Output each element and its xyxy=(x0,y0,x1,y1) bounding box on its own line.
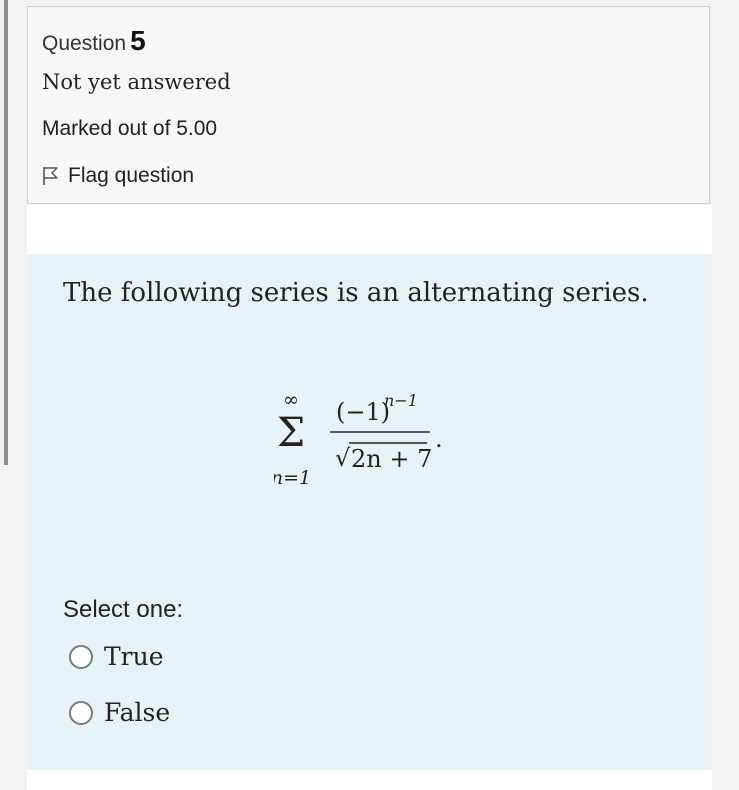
flag-question-link[interactable]: Flag question xyxy=(42,164,194,188)
bottom-separator xyxy=(27,770,712,790)
sum-upper-limit: ∞ xyxy=(283,389,299,411)
flag-question-label: Flag question xyxy=(68,164,195,187)
question-state: Not yet answered xyxy=(42,70,231,94)
sum-lower-limit: n=1 xyxy=(274,467,311,489)
option-false-label: False xyxy=(104,698,171,727)
radio-true[interactable] xyxy=(69,644,93,669)
left-accent-bar xyxy=(4,0,8,465)
numerator-exponent: n−1 xyxy=(384,391,418,410)
flag-outline-icon xyxy=(42,166,60,186)
question-grade: Marked out of 5.00 xyxy=(42,117,218,140)
sum-symbol: Σ xyxy=(277,410,305,456)
formula-period: . xyxy=(435,425,443,453)
option-false[interactable]: False xyxy=(69,698,170,727)
series-formula: ∞ Σ n=1 (−1) n−1 √ 2n + 7 . xyxy=(271,386,474,492)
radio-false[interactable] xyxy=(69,700,93,725)
radical-sign: √ xyxy=(335,444,351,472)
select-one-label: Select one: xyxy=(63,596,184,623)
question-prompt: The following series is an alternating s… xyxy=(63,278,649,308)
option-true-label: True xyxy=(104,642,164,671)
question-number: 5 xyxy=(130,25,146,56)
numerator-base: (−1) xyxy=(336,398,390,426)
question-content-panel: The following series is an alternating s… xyxy=(27,254,712,770)
option-true[interactable]: True xyxy=(69,642,164,671)
question-info-panel: Question 5 Not yet answered Marked out of… xyxy=(27,6,710,204)
denominator-expression: 2n + 7 xyxy=(351,445,432,473)
question-label: Question xyxy=(42,32,127,55)
panel-separator xyxy=(27,205,712,254)
question-title: Question 5 xyxy=(42,25,146,57)
